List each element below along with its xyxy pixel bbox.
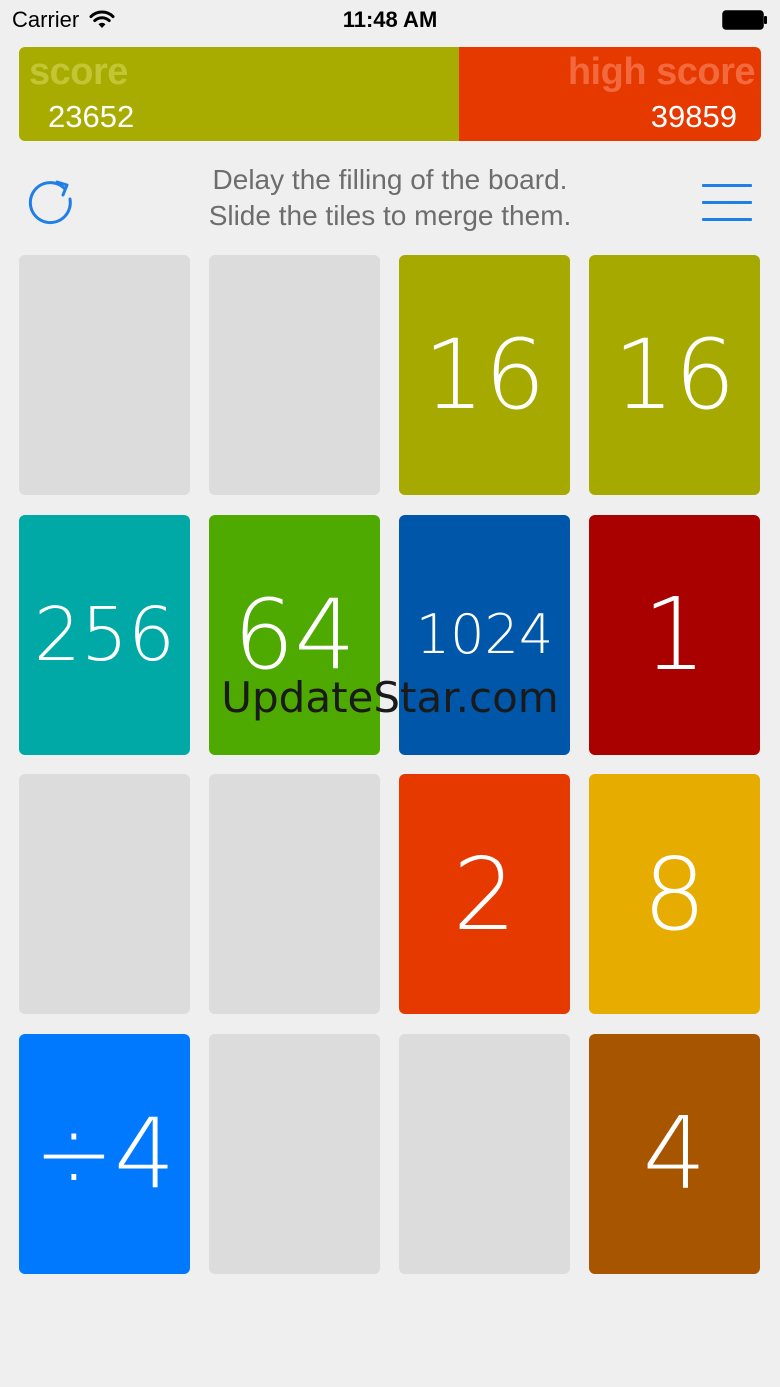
- tile: 64: [209, 514, 380, 755]
- hamburger-menu-icon: [702, 184, 754, 222]
- empty-tile: [19, 774, 190, 1014]
- high-score-label: high score: [567, 51, 756, 93]
- empty-tile: [209, 255, 380, 495]
- tile-value: 64: [233, 578, 356, 691]
- tile: 8: [589, 774, 760, 1014]
- empty-tile: [209, 1033, 380, 1274]
- high-score-value: 39859: [650, 99, 737, 134]
- tile: 16: [399, 255, 570, 495]
- game-board[interactable]: 16 16 256 64 1024 1 2 8 ÷4 4: [19, 255, 761, 1274]
- tile-value: 16: [613, 319, 736, 431]
- tile-value: 2: [452, 835, 517, 953]
- instructions-text: Delay the filling of the board. Slide th…: [150, 162, 630, 234]
- empty-tile: [19, 255, 190, 495]
- high-score-box: high score 39859: [459, 47, 761, 141]
- tile-value: 16: [423, 319, 546, 431]
- tile-value: ÷4: [33, 1097, 176, 1210]
- tile-value: 1: [642, 576, 707, 693]
- instructions-line-2: Slide the tiles to merge them.: [208, 200, 572, 231]
- battery-icon: [722, 10, 767, 30]
- tile: 4: [589, 1033, 760, 1274]
- tile-value: 1024: [415, 603, 554, 666]
- restart-button[interactable]: [26, 176, 80, 230]
- status-time: 11:48 AM: [342, 7, 438, 32]
- menu-button[interactable]: [702, 184, 754, 222]
- instructions-line-1: Delay the filling of the board.: [212, 164, 568, 195]
- tile: ÷4: [19, 1033, 190, 1274]
- score-panel: score 23652 high score 39859: [19, 47, 761, 141]
- tile: 2: [399, 774, 570, 1014]
- current-score-box: score 23652: [19, 47, 459, 141]
- tile-value: 4: [642, 1095, 707, 1212]
- tile: 256: [19, 514, 190, 755]
- tile: 1024: [399, 514, 570, 755]
- tile-value: 8: [642, 835, 707, 953]
- empty-tile: [399, 1033, 570, 1274]
- tile-value: 256: [33, 591, 176, 678]
- tile: 16: [589, 255, 760, 495]
- score-value: 23652: [48, 99, 135, 134]
- score-label: score: [29, 51, 128, 93]
- empty-tile: [209, 774, 380, 1014]
- tile: 1: [589, 514, 760, 755]
- refresh-icon: [28, 180, 72, 225]
- status-bar: Carrier 11:48 AM: [0, 0, 780, 40]
